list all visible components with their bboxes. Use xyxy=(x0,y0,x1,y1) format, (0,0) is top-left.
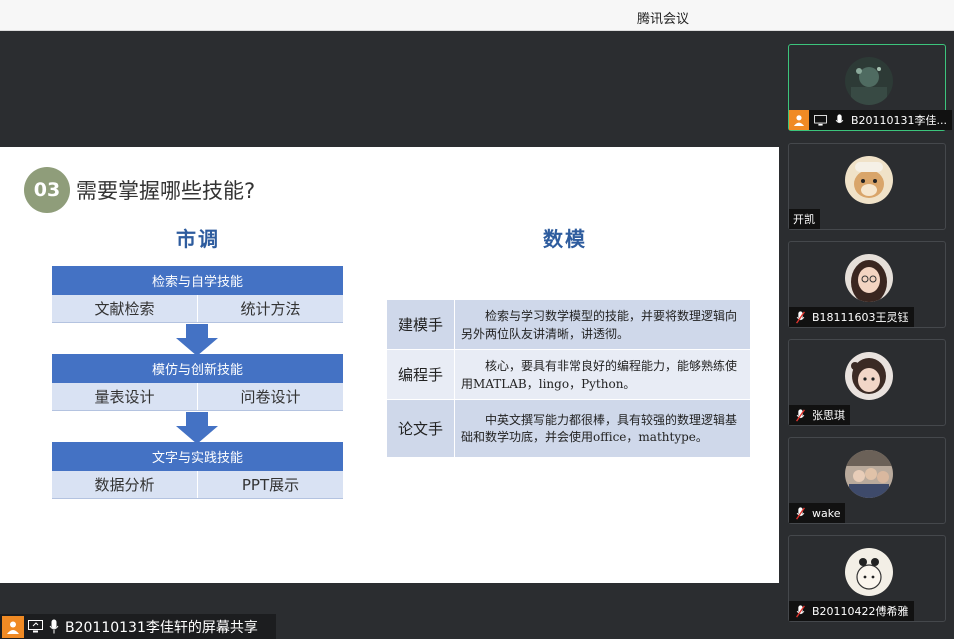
participant-tile[interactable]: 开凯 xyxy=(788,143,946,230)
microphone-muted-icon xyxy=(792,309,808,325)
role-description: 中英文撰写能力都很棒，具有较强的数理逻辑基础和数学功底，并会使用office，m… xyxy=(454,399,751,458)
role-description: 检索与学习数学模型的技能，并要将数理逻辑向另外两位队友讲清晰，讲透彻。 xyxy=(454,299,751,350)
flow-cell: 数据分析 xyxy=(94,476,155,494)
screen-share-bar[interactable]: B20110131李佳轩的屏幕共享 xyxy=(0,614,276,639)
microphone-muted-icon xyxy=(792,603,808,619)
flow-cell: 统计方法 xyxy=(197,295,343,322)
participant-name: wake xyxy=(812,506,841,520)
participant-name: B20110422傅希雅 xyxy=(812,605,909,618)
avatar xyxy=(845,450,893,498)
flow-head: 检索与自学技能 xyxy=(52,266,343,295)
slide-heading: 需要掌握哪些技能? xyxy=(76,179,256,203)
host-icon xyxy=(789,110,809,130)
participant-tile[interactable]: B18111603王灵钰 xyxy=(788,241,946,328)
title-bar: 腾讯会议 xyxy=(0,0,954,31)
participant-namebar: 张思琪 xyxy=(789,405,850,425)
avatar xyxy=(845,352,893,400)
right-section-title: 数模 xyxy=(543,227,587,251)
avatar xyxy=(845,57,893,105)
left-section-title: 市调 xyxy=(176,227,220,251)
flow-head: 模仿与创新技能 xyxy=(52,354,343,383)
screen-share-icon xyxy=(812,112,828,128)
presentation-slide: 03 需要掌握哪些技能? 市调 数模 检索与自学技能 文献检索 统计方法 模仿与… xyxy=(0,147,779,583)
share-label: B20110131李佳轩的屏幕共享 xyxy=(65,619,258,636)
flow-row: 数据分析 PPT展示 xyxy=(52,471,343,499)
avatar xyxy=(845,254,893,302)
flow-cell: 文献检索 xyxy=(94,300,155,318)
role-label: 建模手 xyxy=(386,299,455,350)
table-row: 编程手 核心，要具有非常良好的编程能力，能够熟练使用MATLAB，lingo，P… xyxy=(386,349,751,400)
table-row: 建模手 检索与学习数学模型的技能，并要将数理逻辑向另外两位队友讲清晰，讲透彻。 xyxy=(386,299,751,350)
participant-tile[interactable]: wake xyxy=(788,437,946,524)
table-row: 论文手 中英文撰写能力都很棒，具有较强的数理逻辑基础和数学功底，并会使用offi… xyxy=(386,399,751,458)
microphone-icon xyxy=(831,112,847,128)
participant-name: B20110131李佳... xyxy=(851,114,948,127)
down-arrow-icon xyxy=(176,412,218,444)
screen-share-icon xyxy=(27,619,43,635)
participant-tile[interactable]: B20110422傅希雅 xyxy=(788,535,946,622)
participant-name: B18111603王灵钰 xyxy=(812,311,909,324)
flow-cell: PPT展示 xyxy=(197,471,343,498)
flow-head: 文字与实践技能 xyxy=(52,442,343,471)
participant-namebar: 开凯 xyxy=(789,209,820,229)
participant-tile[interactable]: 张思琪 xyxy=(788,339,946,426)
microphone-icon xyxy=(46,619,62,635)
window-title: 腾讯会议 xyxy=(637,12,690,27)
participant-namebar: B20110131李佳... xyxy=(789,110,953,130)
avatar xyxy=(845,548,893,596)
flow-row: 文献检索 统计方法 xyxy=(52,295,343,323)
flow-row: 量表设计 问卷设计 xyxy=(52,383,343,411)
participant-namebar: B18111603王灵钰 xyxy=(789,307,914,327)
role-description: 核心，要具有非常良好的编程能力，能够熟练使用MATLAB，lingo，Pytho… xyxy=(454,349,751,400)
participant-tile[interactable]: B20110131李佳... xyxy=(788,44,953,131)
participant-namebar: wake xyxy=(789,503,846,523)
microphone-muted-icon xyxy=(792,505,808,521)
microphone-muted-icon xyxy=(792,407,808,423)
role-label: 编程手 xyxy=(386,349,455,400)
shared-screen: 03 需要掌握哪些技能? 市调 数模 检索与自学技能 文献检索 统计方法 模仿与… xyxy=(0,31,779,639)
participant-name: 开凯 xyxy=(793,213,815,226)
participant-name: 张思琪 xyxy=(812,409,845,422)
role-label: 论文手 xyxy=(386,399,455,458)
section-number: 03 xyxy=(24,167,70,213)
avatar xyxy=(845,156,893,204)
flow-cell: 量表设计 xyxy=(94,388,155,406)
flow-cell: 问卷设计 xyxy=(197,383,343,410)
roles-table: 建模手 检索与学习数学模型的技能，并要将数理逻辑向另外两位队友讲清晰，讲透彻。 … xyxy=(386,299,751,458)
host-icon xyxy=(2,615,24,638)
participant-namebar: B20110422傅希雅 xyxy=(789,601,914,621)
down-arrow-icon xyxy=(176,324,218,356)
